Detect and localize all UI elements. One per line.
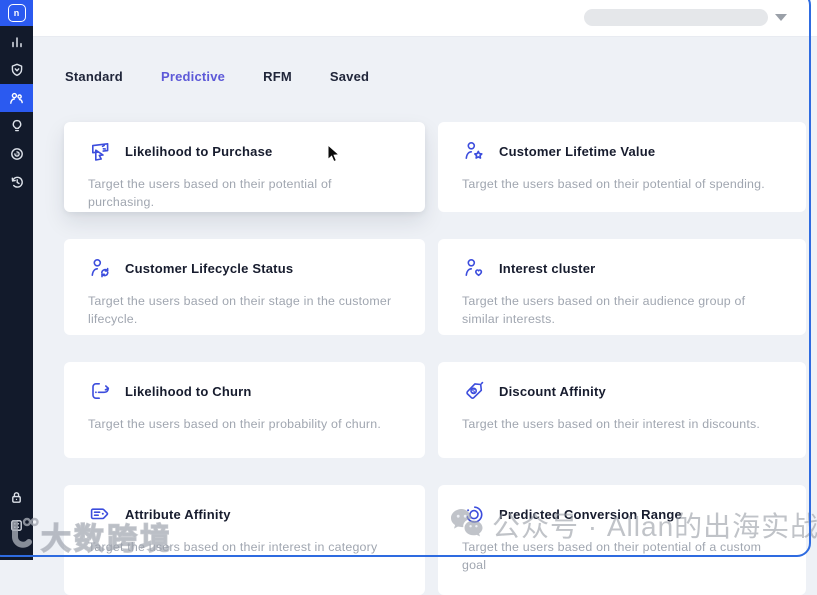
- card-title: Likelihood to Churn: [125, 383, 252, 399]
- app-logo-icon: n: [7, 4, 26, 22]
- shield-target-icon: [9, 62, 25, 78]
- history-clock-icon: [9, 174, 25, 190]
- chevron-down-icon[interactable]: [775, 14, 787, 21]
- card-title: Attribute Affinity: [125, 506, 231, 522]
- churn-exit-icon: [88, 379, 112, 403]
- card-discount-affinity[interactable]: $ Discount Affinity Target the users bas…: [438, 362, 806, 458]
- card-description: Target the users based on their potentia…: [462, 540, 762, 572]
- sidebar-item-apps[interactable]: [0, 511, 33, 539]
- card-title: Predicted Conversion Range: [499, 506, 682, 522]
- sidebar-item-ideas[interactable]: [0, 112, 33, 140]
- bar-chart-icon: [9, 34, 25, 50]
- audience-users-icon: [8, 90, 25, 107]
- apps-grid-icon: [9, 518, 24, 533]
- account-selector[interactable]: [584, 9, 768, 26]
- attribute-tag-icon: [88, 502, 112, 526]
- tab-predictive[interactable]: Predictive: [161, 69, 225, 84]
- card-description: Target the users based on their stage in…: [88, 294, 392, 326]
- segment-tabs: Standard Predictive RFM Saved: [65, 69, 369, 84]
- card-predicted-conversion-range[interactable]: Predicted Conversion Range Target the us…: [438, 485, 806, 595]
- card-description: Target the users based on their audience…: [462, 294, 746, 326]
- lock-icon: [9, 490, 24, 505]
- sidebar-nav: [0, 28, 33, 196]
- card-likelihood-to-purchase[interactable]: Likelihood to Purchase Target the users …: [64, 122, 425, 212]
- lightbulb-icon: [9, 118, 25, 134]
- user-refresh-icon: [88, 256, 112, 280]
- user-star-icon: [462, 139, 486, 163]
- tab-saved[interactable]: Saved: [330, 69, 369, 84]
- card-title: Discount Affinity: [499, 383, 606, 399]
- card-interest-cluster[interactable]: Interest cluster Target the users based …: [438, 239, 806, 335]
- conversion-orbit-icon: [462, 502, 486, 526]
- sidebar-item-lock[interactable]: [0, 483, 33, 511]
- sidebar-item-history[interactable]: [0, 168, 33, 196]
- sidebar-item-analytics[interactable]: [0, 28, 33, 56]
- tab-standard[interactable]: Standard: [65, 69, 123, 84]
- card-title: Customer Lifetime Value: [499, 143, 656, 159]
- card-customer-lifecycle-status[interactable]: Customer Lifecycle Status Target the use…: [64, 239, 425, 335]
- card-title: Customer Lifecycle Status: [125, 260, 294, 276]
- user-heart-icon: [462, 256, 486, 280]
- card-title: Interest cluster: [499, 260, 596, 276]
- card-description: Target the users based on their potentia…: [88, 177, 332, 209]
- scan-circle-icon: [9, 146, 25, 162]
- card-likelihood-to-churn[interactable]: Likelihood to Churn Target the users bas…: [64, 362, 425, 458]
- card-description: Target the users based on their interest…: [88, 540, 378, 554]
- sidebar: n: [0, 0, 33, 560]
- card-description: Target the users based on their potentia…: [462, 177, 765, 191]
- sidebar-item-goals[interactable]: [0, 56, 33, 84]
- card-title: Likelihood to Purchase: [125, 143, 273, 159]
- purchase-click-icon: [88, 139, 112, 163]
- segment-card-grid: Likelihood to Purchase Target the users …: [64, 122, 806, 595]
- app-logo[interactable]: n: [0, 0, 33, 26]
- topbar: [33, 0, 817, 37]
- discount-tag-icon: $: [462, 379, 486, 403]
- sidebar-bottom-nav: [0, 483, 33, 539]
- card-description: Target the users based on their probabil…: [88, 417, 381, 431]
- card-customer-lifetime-value[interactable]: Customer Lifetime Value Target the users…: [438, 122, 806, 212]
- sidebar-item-live-scan[interactable]: [0, 140, 33, 168]
- card-attribute-affinity[interactable]: Attribute Affinity Target the users base…: [64, 485, 425, 595]
- tab-rfm[interactable]: RFM: [263, 69, 292, 84]
- sidebar-item-audiences[interactable]: [0, 84, 33, 112]
- card-description: Target the users based on their interest…: [462, 417, 761, 431]
